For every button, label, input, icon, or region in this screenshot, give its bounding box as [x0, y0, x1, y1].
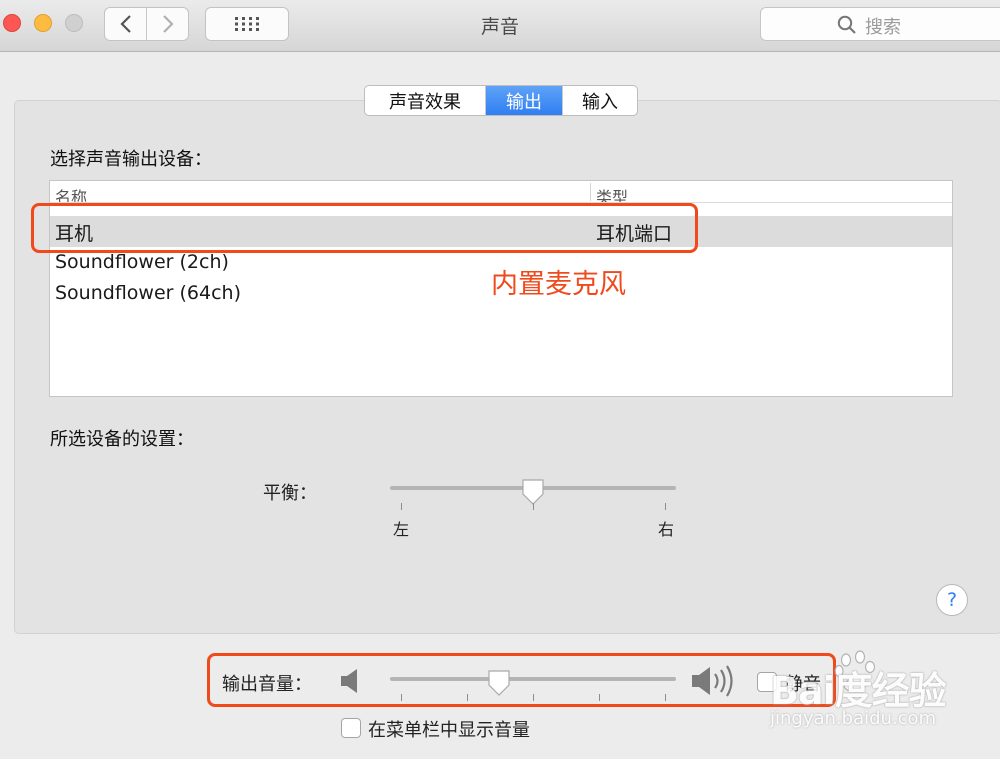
volume-tick: [665, 694, 666, 701]
tab-bar: 声音效果 输出 输入: [364, 85, 638, 116]
volume-tick: [599, 694, 600, 701]
close-window-button[interactable]: [3, 14, 21, 32]
volume-slider-thumb[interactable]: [487, 669, 511, 697]
balance-tick: [401, 503, 402, 510]
tab-sound-effects[interactable]: 声音效果: [365, 86, 485, 115]
annotation-highlight-row: [31, 203, 698, 253]
balance-tick: [665, 503, 666, 510]
volume-slider-track[interactable]: [390, 677, 676, 681]
watermark-url: jingyan.baidu.com: [770, 708, 937, 729]
select-device-heading: 选择声音输出设备：: [50, 149, 212, 170]
show-volume-in-menubar-checkbox[interactable]: [341, 718, 361, 738]
column-header-name[interactable]: 名称: [55, 184, 87, 202]
search-placeholder: 搜索: [865, 17, 901, 38]
column-header-type[interactable]: 类型: [596, 184, 628, 202]
balance-slider-thumb[interactable]: [521, 478, 545, 506]
balance-label: 平衡：: [263, 483, 317, 504]
volume-tick: [467, 694, 468, 701]
back-button[interactable]: [105, 8, 146, 40]
device-settings-heading: 所选设备的设置：: [50, 429, 194, 450]
balance-tick: [533, 503, 534, 510]
balance-right-label: 右: [658, 520, 675, 539]
balance-left-label: 左: [393, 520, 410, 539]
table-header: 名称 类型: [50, 181, 952, 203]
show-volume-in-menubar-label: 在菜单栏中显示音量: [368, 720, 530, 741]
search-field[interactable]: 搜索: [760, 7, 1000, 41]
volume-tick: [401, 694, 402, 701]
chevron-left-icon: [119, 15, 131, 33]
tab-input[interactable]: 输入: [562, 86, 637, 115]
volume-high-icon: [692, 665, 733, 697]
search-icon: [837, 15, 856, 34]
volume-tick: [533, 694, 534, 701]
history-nav: [104, 7, 189, 41]
show-all-button[interactable]: [205, 7, 289, 41]
window-title: 声音: [480, 16, 519, 38]
forward-button[interactable]: [146, 8, 188, 40]
watermark-brand: Bai度经验: [770, 669, 947, 713]
annotation-text: 内置麦克风: [491, 269, 626, 300]
column-divider: [590, 183, 591, 201]
baidu-jingyan-watermark: Bai度经验 jingyan.baidu.com: [770, 650, 1000, 740]
volume-low-icon: [341, 669, 357, 693]
chevron-right-icon: [162, 15, 174, 33]
minimize-window-button[interactable]: [34, 14, 52, 32]
tab-output[interactable]: 输出: [485, 86, 562, 115]
grid-icon: [235, 17, 259, 31]
device-name: Soundflower (64ch): [55, 282, 241, 304]
help-button[interactable]: ?: [936, 584, 968, 616]
device-name: Soundflower (2ch): [55, 251, 229, 273]
output-volume-label: 输出音量：: [222, 674, 312, 695]
title-bar: 声音 搜索: [0, 0, 1000, 52]
zoom-window-button[interactable]: [65, 14, 83, 32]
